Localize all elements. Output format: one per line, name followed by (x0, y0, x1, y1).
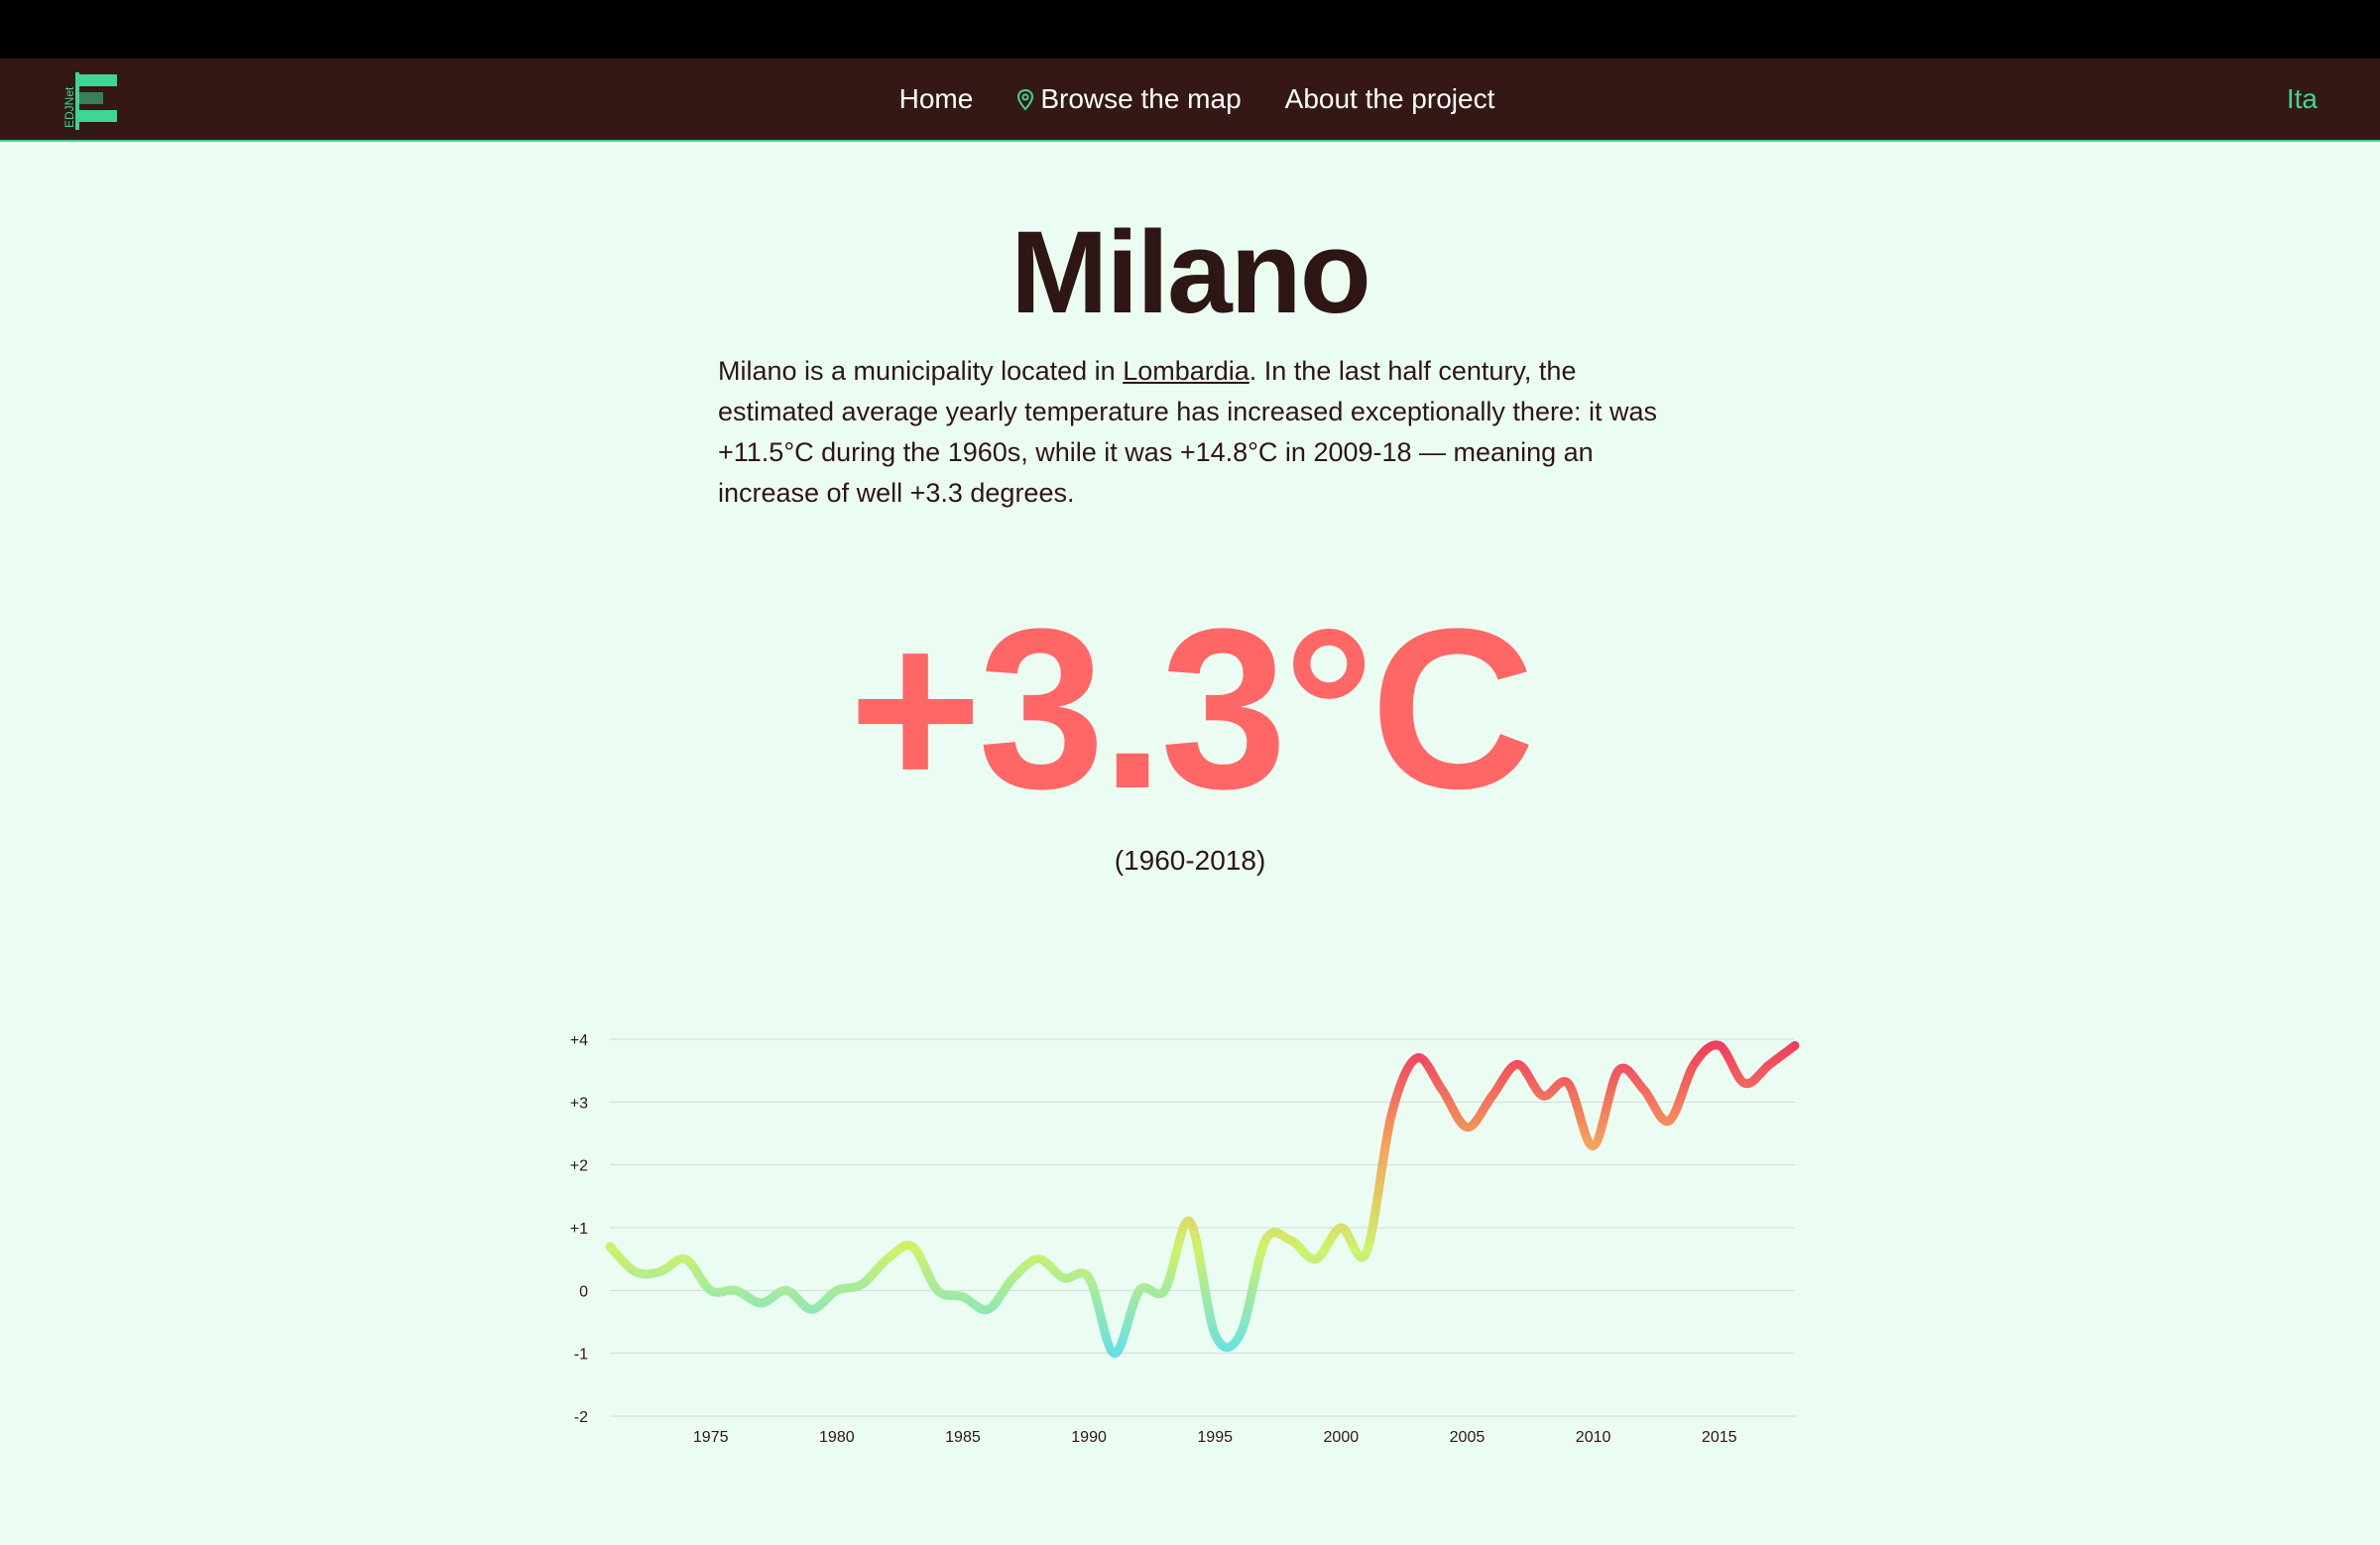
data-point (1111, 1350, 1119, 1358)
data-point (1413, 1054, 1421, 1062)
data-point (1060, 1274, 1068, 1282)
data-point (1363, 1248, 1370, 1256)
data-points (606, 1041, 1799, 1357)
y-axis: -2 -1 0 +1 +2 +3 +4 (570, 1032, 588, 1426)
data-point (1665, 1117, 1673, 1125)
data-point (782, 1286, 790, 1294)
municipality-description: Milano is a municipality located in Lomb… (718, 351, 1670, 514)
x-tick-label: 1975 (693, 1429, 729, 1446)
y-tick-label: +3 (570, 1095, 588, 1112)
nav-about-label: About the project (1284, 83, 1495, 114)
data-point (1010, 1274, 1017, 1282)
data-point (1614, 1067, 1622, 1075)
y-tick-label: -2 (574, 1409, 588, 1426)
data-point (1564, 1079, 1572, 1087)
data-point (1791, 1041, 1799, 1049)
data-point (631, 1267, 639, 1275)
x-axis: 1975 1980 1985 1990 1995 2000 2005 2010 2015 (693, 1429, 1737, 1446)
data-point (656, 1267, 664, 1275)
page-title: Milano (1011, 207, 1371, 338)
y-tick-label: +1 (570, 1221, 588, 1238)
region-link[interactable]: Lombardia (1123, 356, 1250, 386)
data-point (807, 1305, 815, 1313)
data-point (1337, 1224, 1345, 1232)
data-point (1513, 1060, 1521, 1068)
data-point (1639, 1086, 1647, 1094)
data-point (1186, 1218, 1194, 1226)
data-point (1387, 1111, 1395, 1119)
data-point (1286, 1237, 1294, 1245)
browser-top-bar (0, 0, 2380, 59)
x-tick-label: 1995 (1197, 1429, 1233, 1446)
data-point (1261, 1237, 1269, 1245)
data-point (1463, 1124, 1471, 1131)
data-point (1034, 1255, 1042, 1263)
data-point (984, 1305, 992, 1313)
temperature-increase: +3.3°C (848, 581, 1535, 836)
data-point (1438, 1086, 1446, 1094)
nav-home-label: Home (898, 83, 974, 114)
period-label: (1960-2018) (1114, 845, 1266, 876)
nav-about[interactable]: About the project (1285, 83, 1495, 115)
data-point (1488, 1092, 1496, 1100)
data-point (1237, 1331, 1245, 1339)
chart-grid (610, 1038, 1795, 1417)
data-point (1539, 1092, 1547, 1100)
language-switch[interactable]: Ita (2287, 59, 2318, 140)
data-point (1590, 1142, 1598, 1150)
navbar: EDJNet Home Browse the map About the pro… (0, 59, 2380, 142)
x-tick-label: 2000 (1324, 1429, 1360, 1446)
nav-home[interactable]: Home (899, 83, 974, 115)
data-point (1160, 1286, 1168, 1294)
x-tick-label: 1980 (819, 1429, 855, 1446)
data-point (1690, 1060, 1698, 1068)
temperature-chart: -2 -1 0 +1 +2 +3 +4 1975 1980 1985 1990 1995 2000 20… (570, 1032, 1800, 1446)
data-point (1135, 1286, 1143, 1294)
nav-browse-map[interactable]: Browse the map (1016, 83, 1242, 115)
data-point (1766, 1060, 1774, 1068)
x-tick-label: 1985 (945, 1429, 981, 1446)
data-point (908, 1243, 916, 1250)
y-tick-label: 0 (579, 1283, 588, 1300)
data-point (959, 1293, 967, 1301)
data-point (681, 1255, 689, 1263)
data-point (934, 1286, 942, 1294)
data-point (1716, 1041, 1724, 1049)
y-tick-label: -1 (574, 1347, 588, 1364)
data-point (1740, 1079, 1748, 1087)
y-tick-label: +2 (570, 1158, 588, 1175)
data-point (707, 1286, 715, 1294)
data-point (732, 1286, 740, 1294)
data-point (1312, 1255, 1320, 1263)
data-point (1211, 1331, 1219, 1339)
data-point (858, 1280, 866, 1288)
data-point (833, 1286, 841, 1294)
x-tick-label: 1990 (1071, 1429, 1107, 1446)
x-tick-label: 2015 (1702, 1429, 1737, 1446)
temperature-anomaly-line (605, 1040, 1800, 1359)
map-pin-icon (1016, 87, 1034, 111)
x-tick-label: 2005 (1450, 1429, 1486, 1446)
data-point (758, 1299, 766, 1307)
data-point (606, 1243, 614, 1250)
y-tick-label: +4 (570, 1032, 588, 1049)
main-nav: Home Browse the map About the project (0, 59, 2380, 140)
x-tick-label: 2010 (1576, 1429, 1611, 1446)
nav-browse-map-label: Browse the map (1040, 83, 1242, 114)
description-text-before: Milano is a municipality located in (718, 356, 1124, 386)
data-point (884, 1255, 892, 1263)
data-point (1085, 1274, 1093, 1282)
